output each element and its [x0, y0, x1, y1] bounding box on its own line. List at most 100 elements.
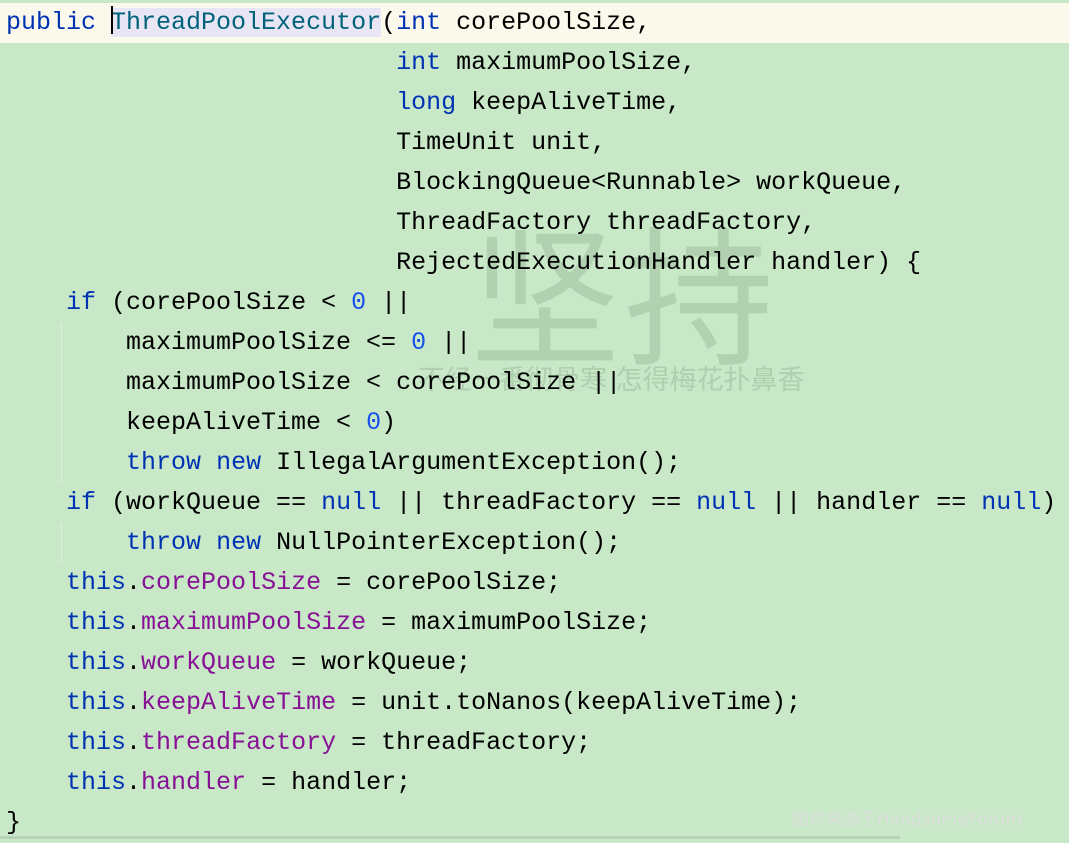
- code-token: throw: [126, 448, 202, 477]
- code-token: .: [126, 568, 142, 597]
- image-source-watermark: 图片来源于HandsomeForum: [792, 810, 1022, 830]
- code-line[interactable]: this.handler = handler;: [0, 763, 1069, 803]
- code-token: corePoolSize: [141, 568, 322, 597]
- code-line[interactable]: ThreadFactory threadFactory,: [0, 203, 1069, 243]
- code-token: }: [6, 808, 22, 837]
- code-line[interactable]: maximumPoolSize < corePoolSize ||: [0, 363, 1069, 403]
- code-token: .: [126, 728, 142, 757]
- code-token: .: [126, 608, 142, 637]
- code-token: TimeUnit unit,: [6, 128, 607, 157]
- code-token: new: [216, 528, 262, 557]
- code-token: 0: [351, 288, 367, 317]
- code-token: ): [381, 408, 397, 437]
- code-token: .: [126, 688, 142, 717]
- code-token: if: [66, 288, 97, 317]
- code-token: BlockingQueue<Runnable> workQueue,: [6, 168, 907, 197]
- code-token: ThreadFactory threadFactory,: [6, 208, 817, 237]
- code-token: IllegalArgumentException();: [261, 448, 682, 477]
- code-token: long: [396, 88, 457, 117]
- code-token: int: [396, 8, 442, 37]
- code-token: 0: [411, 328, 427, 357]
- code-token: = unit.toNanos(keepAliveTime);: [336, 688, 802, 717]
- code-token: || handler ==: [756, 488, 982, 517]
- code-token: null: [981, 488, 1042, 517]
- code-editor[interactable]: public ThreadPoolExecutor(int corePoolSi…: [0, 3, 1069, 843]
- code-token: if: [66, 488, 97, 517]
- code-token: this: [66, 768, 127, 797]
- code-line[interactable]: throw new IllegalArgumentException();: [0, 443, 1069, 483]
- code-token: int: [396, 48, 442, 77]
- indent-guide: [61, 523, 62, 563]
- code-token: || threadFactory ==: [381, 488, 697, 517]
- code-token: = workQueue;: [276, 648, 472, 677]
- code-token: ThreadPoolExecutor: [111, 8, 382, 37]
- code-token: = corePoolSize;: [321, 568, 562, 597]
- code-line[interactable]: RejectedExecutionHandler handler) {: [0, 243, 1069, 283]
- code-token: ||: [426, 328, 472, 357]
- code-token: this: [66, 608, 127, 637]
- code-line[interactable]: this.workQueue = workQueue;: [0, 643, 1069, 683]
- code-token: maximumPoolSize < corePoolSize ||: [6, 368, 622, 397]
- code-token: new: [216, 448, 262, 477]
- code-token: (corePoolSize <: [96, 288, 352, 317]
- code-token: threadFactory: [141, 728, 337, 757]
- code-token: 0: [366, 408, 382, 437]
- code-token: maximumPoolSize <=: [6, 328, 412, 357]
- code-line[interactable]: maximumPoolSize <= 0 ||: [0, 323, 1069, 363]
- code-token: this: [66, 728, 127, 757]
- code-token: .: [126, 768, 142, 797]
- code-token: this: [66, 688, 127, 717]
- code-token: this: [66, 648, 127, 677]
- code-line[interactable]: this.keepAliveTime = unit.toNanos(keepAl…: [0, 683, 1069, 723]
- code-token: workQueue: [141, 648, 277, 677]
- code-line[interactable]: throw new NullPointerException();: [0, 523, 1069, 563]
- code-token: .: [126, 648, 142, 677]
- code-token: ||: [366, 288, 412, 317]
- indent-guide: [61, 323, 62, 483]
- code-token: public: [6, 8, 97, 37]
- code-token: corePoolSize,: [441, 8, 652, 37]
- code-token: = threadFactory;: [336, 728, 592, 757]
- code-line[interactable]: int maximumPoolSize,: [0, 43, 1069, 83]
- code-line[interactable]: keepAliveTime < 0): [0, 403, 1069, 443]
- code-line[interactable]: this.threadFactory = threadFactory;: [0, 723, 1069, 763]
- code-line[interactable]: BlockingQueue<Runnable> workQueue,: [0, 163, 1069, 203]
- code-line[interactable]: long keepAliveTime,: [0, 83, 1069, 123]
- code-token: RejectedExecutionHandler handler) {: [6, 248, 922, 277]
- code-line[interactable]: if (corePoolSize < 0 ||: [0, 283, 1069, 323]
- code-token: null: [696, 488, 757, 517]
- code-line[interactable]: TimeUnit unit,: [0, 123, 1069, 163]
- code-line[interactable]: if (workQueue == null || threadFactory =…: [0, 483, 1069, 523]
- code-token: handler: [141, 768, 247, 797]
- code-token: maximumPoolSize: [141, 608, 367, 637]
- code-token: ): [1041, 488, 1057, 517]
- code-token: = handler;: [246, 768, 412, 797]
- code-token: (: [381, 8, 397, 37]
- code-token: keepAliveTime <: [6, 408, 367, 437]
- text-caret: [111, 6, 114, 35]
- code-token: this: [66, 568, 127, 597]
- code-token: = maximumPoolSize;: [366, 608, 652, 637]
- code-line[interactable]: this.corePoolSize = corePoolSize;: [0, 563, 1069, 603]
- code-token: null: [321, 488, 382, 517]
- code-line[interactable]: this.maximumPoolSize = maximumPoolSize;: [0, 603, 1069, 643]
- code-token: throw: [126, 528, 202, 557]
- code-line[interactable]: public ThreadPoolExecutor(int corePoolSi…: [0, 3, 1069, 43]
- code-token: NullPointerException();: [261, 528, 622, 557]
- code-token: (workQueue ==: [96, 488, 322, 517]
- code-token: keepAliveTime: [141, 688, 337, 717]
